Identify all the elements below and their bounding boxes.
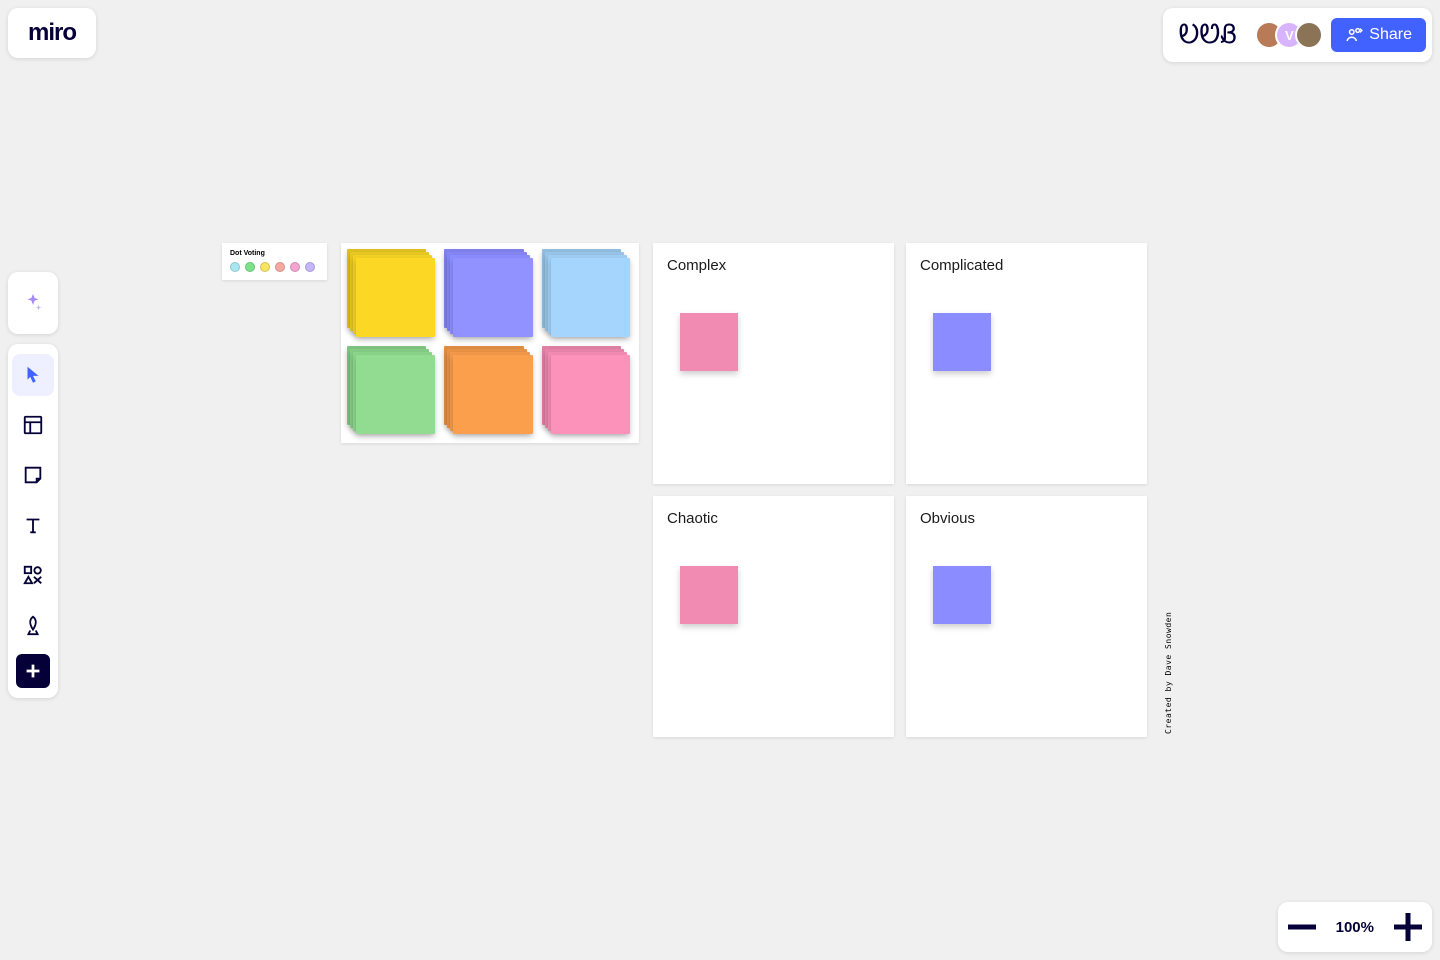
sticky-stack[interactable] — [548, 255, 627, 334]
voting-dot[interactable] — [305, 262, 315, 272]
dot-voting-title: Dot Voting — [230, 250, 319, 257]
canvas[interactable]: Dot Voting Complex Complicated Chaotic Obvi… — [0, 0, 1440, 960]
sticky-stack[interactable] — [548, 352, 627, 431]
quadrant-frame[interactable]: Complex — [653, 243, 894, 484]
voting-dot[interactable] — [245, 262, 255, 272]
sticky-stack[interactable] — [450, 352, 529, 431]
voting-dot[interactable] — [275, 262, 285, 272]
dot-voting-panel[interactable]: Dot Voting — [222, 243, 327, 280]
sticky-stack[interactable] — [353, 352, 432, 431]
quadrant-label: Complex — [667, 257, 880, 274]
quadrant-label: Chaotic — [667, 510, 880, 527]
quadrant-frame[interactable]: Obvious — [906, 496, 1147, 737]
sticky-note[interactable] — [680, 566, 738, 624]
quadrant-label: Obvious — [920, 510, 1133, 527]
dot-voting-colors — [230, 262, 319, 272]
voting-dot[interactable] — [230, 262, 240, 272]
voting-dot[interactable] — [290, 262, 300, 272]
credit-text: Created by Dave Snowden — [1164, 612, 1173, 734]
sticky-note[interactable] — [933, 313, 991, 371]
quadrant-label: Complicated — [920, 257, 1133, 274]
voting-dot[interactable] — [260, 262, 270, 272]
quadrant-frame[interactable]: Chaotic — [653, 496, 894, 737]
sticky-palette-frame[interactable] — [341, 243, 639, 443]
sticky-stack[interactable] — [450, 255, 529, 334]
sticky-stack[interactable] — [353, 255, 432, 334]
quadrant-frame[interactable]: Complicated — [906, 243, 1147, 484]
sticky-note[interactable] — [680, 313, 738, 371]
sticky-note[interactable] — [933, 566, 991, 624]
